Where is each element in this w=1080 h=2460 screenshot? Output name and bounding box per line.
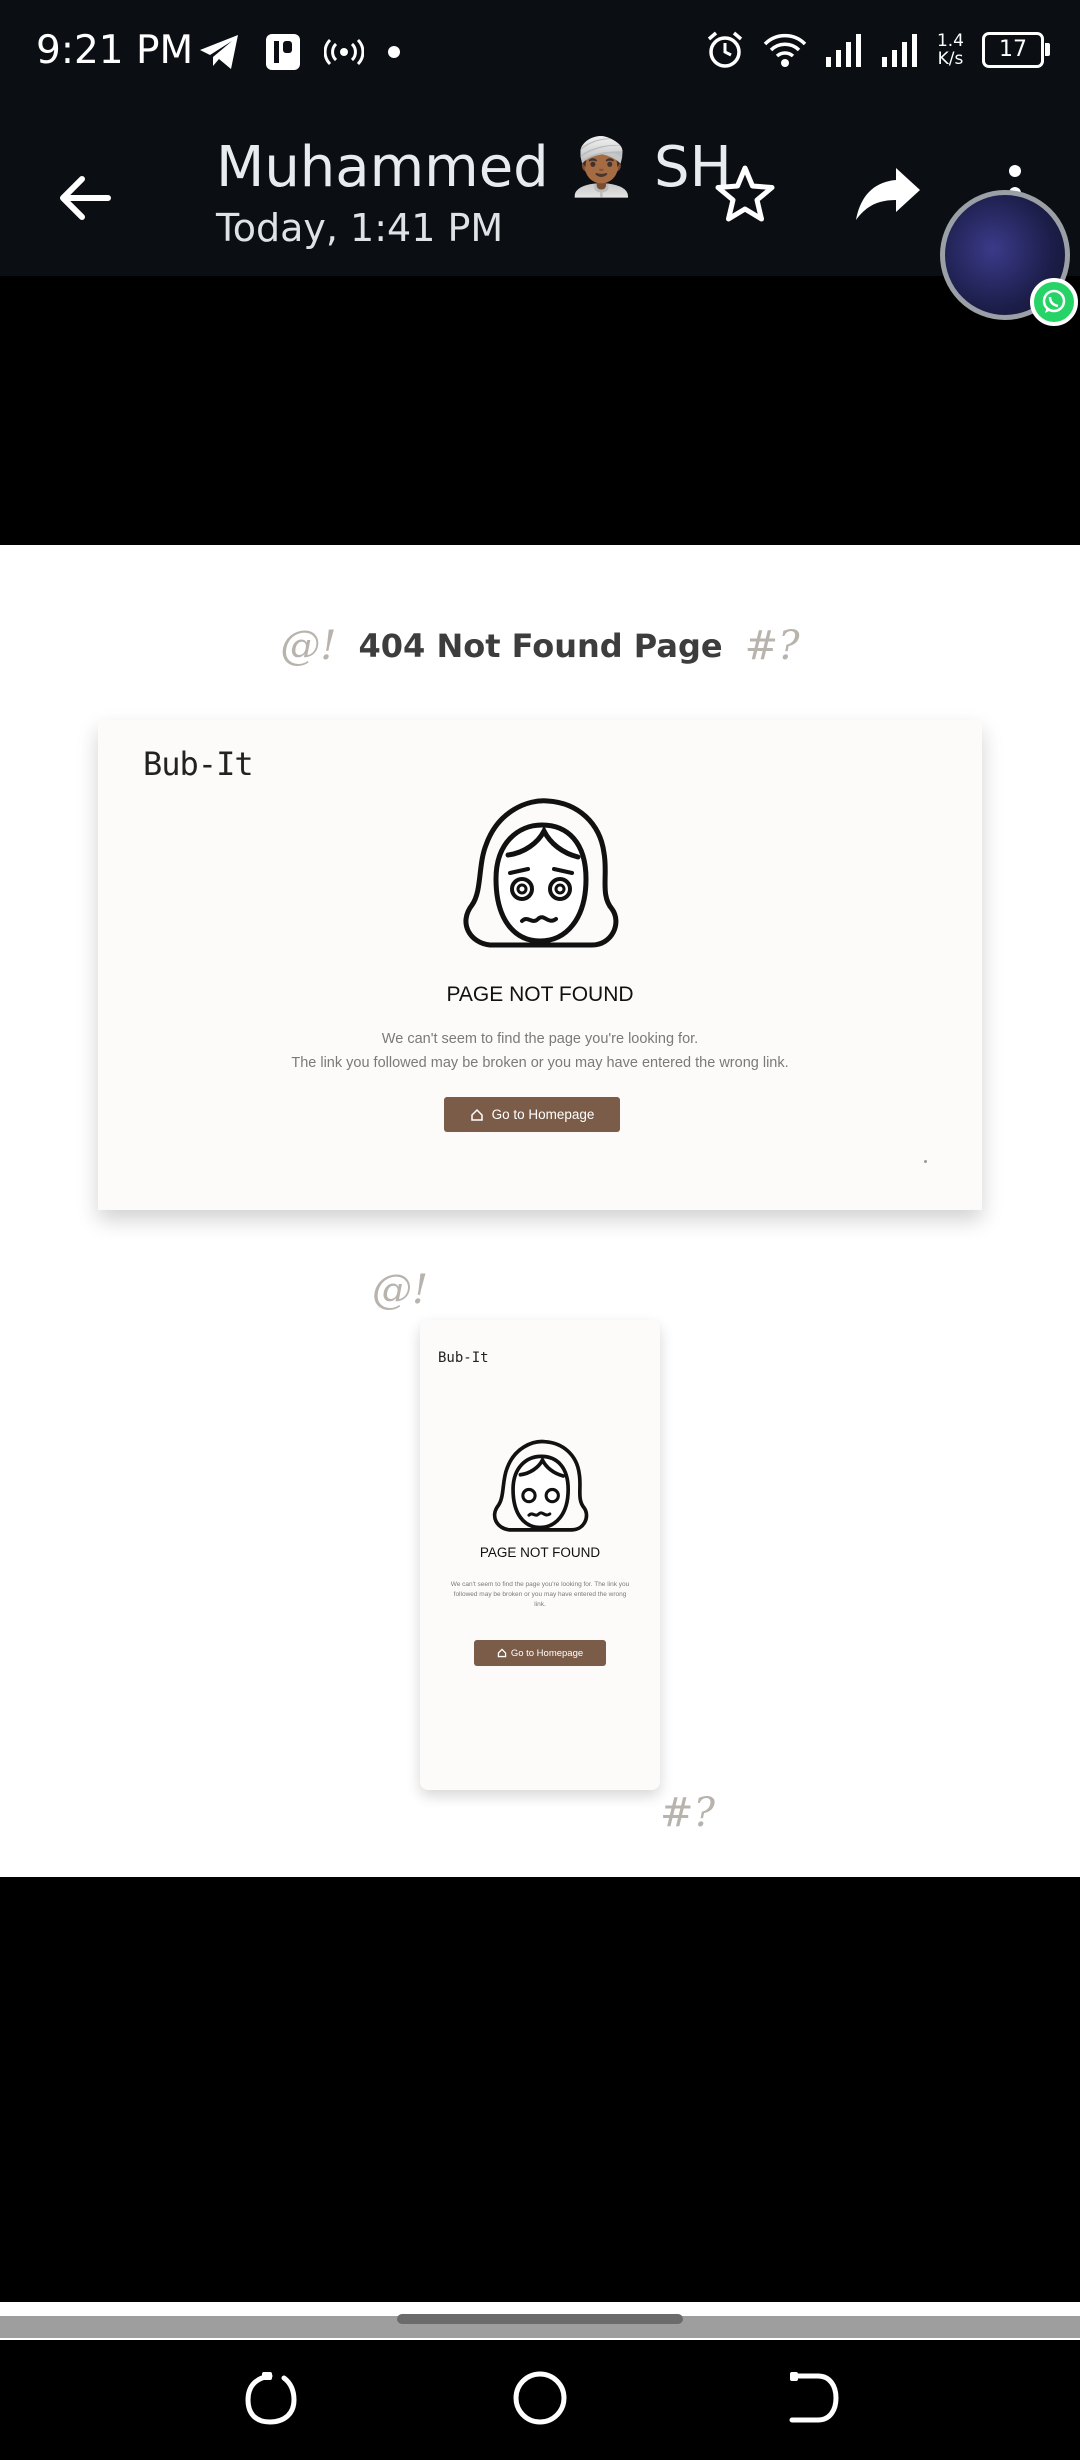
heading-row: @! 404 Not Found Page #? <box>0 623 1080 669</box>
status-time: 9:21 PM <box>36 28 194 73</box>
recents-icon[interactable] <box>238 2366 302 2430</box>
telegram-icon <box>200 35 238 69</box>
net-speed-unit: K/s <box>937 49 964 69</box>
confused-face-icon <box>463 798 619 948</box>
go-to-homepage-button-mobile: Go to Homepage <box>474 1640 606 1666</box>
share-icon[interactable] <box>852 162 924 228</box>
back-icon[interactable] <box>778 2366 842 2430</box>
description-line-1: We can't seem to find the page you're lo… <box>381 1031 699 1047</box>
star-icon[interactable] <box>712 162 778 228</box>
deco-at-exclaim-2: @! <box>372 1267 429 1313</box>
contact-name: Muhammed 👳🏾‍♂️ SH <box>216 135 732 200</box>
deco-hash-question-2: #? <box>660 1790 715 1836</box>
description-line-2: The link you followed may be broken or y… <box>291 1055 789 1071</box>
parking-app-icon <box>266 34 300 70</box>
brand-logo-mobile: Bub-It <box>438 1350 489 1366</box>
signal-2-icon <box>881 34 917 67</box>
whatsapp-icon <box>1030 278 1078 326</box>
status-bar: 9:21 PM 1.4 K/s 17 <box>0 0 1080 110</box>
not-found-description: We can't seem to find the page you're lo… <box>98 1027 982 1075</box>
confused-face-icon-mobile <box>492 1439 589 1532</box>
image-heading: 404 Not Found Page <box>358 627 723 665</box>
alarm-icon <box>707 31 743 68</box>
go-to-homepage-label-mobile: Go to Homepage <box>510 1647 584 1659</box>
net-speed: 1.4 K/s <box>937 32 964 68</box>
brand-logo: Bub-It <box>143 745 254 783</box>
status-left-icons <box>198 32 402 72</box>
home-outline-icon <box>470 1108 483 1121</box>
mobile-mockup: Bub-It PAGE NOT FOUND We can't seem to f… <box>420 1320 660 1790</box>
back-arrow-icon[interactable] <box>50 163 120 233</box>
not-found-title: PAGE NOT FOUND <box>446 983 634 1006</box>
signal-1-icon <box>825 34 861 67</box>
notification-dot-icon <box>388 46 400 58</box>
home-outline-icon-mobile <box>497 1648 507 1658</box>
not-found-description-mobile: We can't seem to find the page you're lo… <box>450 1581 630 1608</box>
deco-at-exclaim: @! <box>280 623 337 669</box>
hotspot-icon <box>324 38 364 66</box>
scrubber-handle[interactable] <box>397 2314 683 2324</box>
desktop-mockup: Bub-It PAGE NOT FOUND We can't seem to f… <box>98 720 982 1210</box>
net-speed-value: 1.4 <box>936 31 964 51</box>
viewer-app-bar: Muhammed 👳🏾‍♂️ SH Today, 1:41 PM <box>0 110 1080 276</box>
wifi-icon <box>763 33 807 67</box>
go-to-homepage-label: Go to Homepage <box>491 1107 595 1122</box>
status-right-icons: 1.4 K/s 17 <box>705 30 1050 70</box>
home-icon[interactable] <box>508 2366 572 2430</box>
shared-image: @! 404 Not Found Page #? Bub-It PAGE NOT… <box>0 545 1080 1877</box>
message-timestamp: Today, 1:41 PM <box>216 206 504 250</box>
deco-hash-question: #? <box>744 623 800 669</box>
decorative-dot <box>924 1160 927 1163</box>
go-to-homepage-button: Go to Homepage <box>444 1097 620 1132</box>
battery-icon: 17 <box>982 32 1050 68</box>
system-nav-bar <box>0 2340 1080 2460</box>
not-found-title-mobile: PAGE NOT FOUND <box>479 1545 601 1560</box>
